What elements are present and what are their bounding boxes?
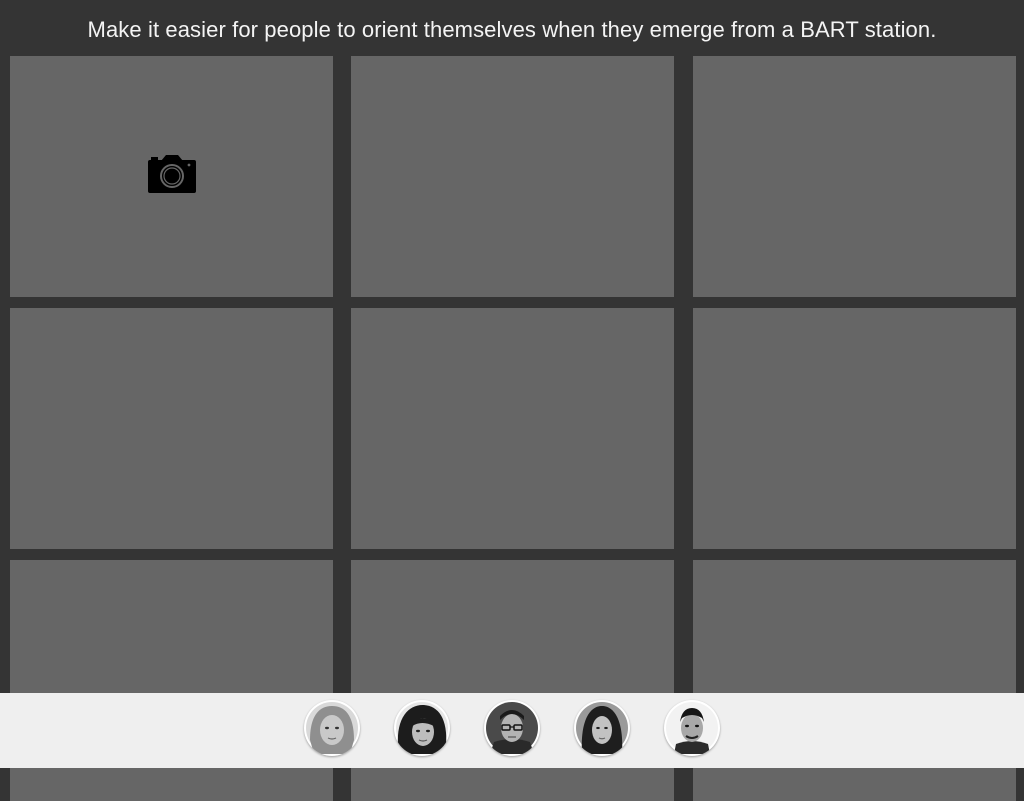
photo-tile[interactable] bbox=[10, 56, 333, 297]
photo-tile[interactable] bbox=[693, 56, 1016, 297]
photo-tile[interactable] bbox=[693, 308, 1016, 549]
participant-avatar[interactable] bbox=[394, 700, 450, 756]
avatar-photo bbox=[486, 702, 538, 754]
avatar-photo bbox=[396, 702, 448, 754]
camera-icon[interactable] bbox=[147, 154, 197, 194]
participant-avatar[interactable] bbox=[304, 700, 360, 756]
avatar-photo bbox=[576, 702, 628, 754]
photo-tile[interactable] bbox=[10, 308, 333, 549]
participant-avatar[interactable] bbox=[574, 700, 630, 756]
avatar-photo bbox=[666, 702, 718, 754]
participant-avatar[interactable] bbox=[484, 700, 540, 756]
avatar-photo bbox=[306, 702, 358, 754]
photo-tile[interactable] bbox=[351, 56, 674, 297]
participant-avatar[interactable] bbox=[664, 700, 720, 756]
photo-tile[interactable] bbox=[351, 308, 674, 549]
photo-grid bbox=[0, 0, 1024, 801]
